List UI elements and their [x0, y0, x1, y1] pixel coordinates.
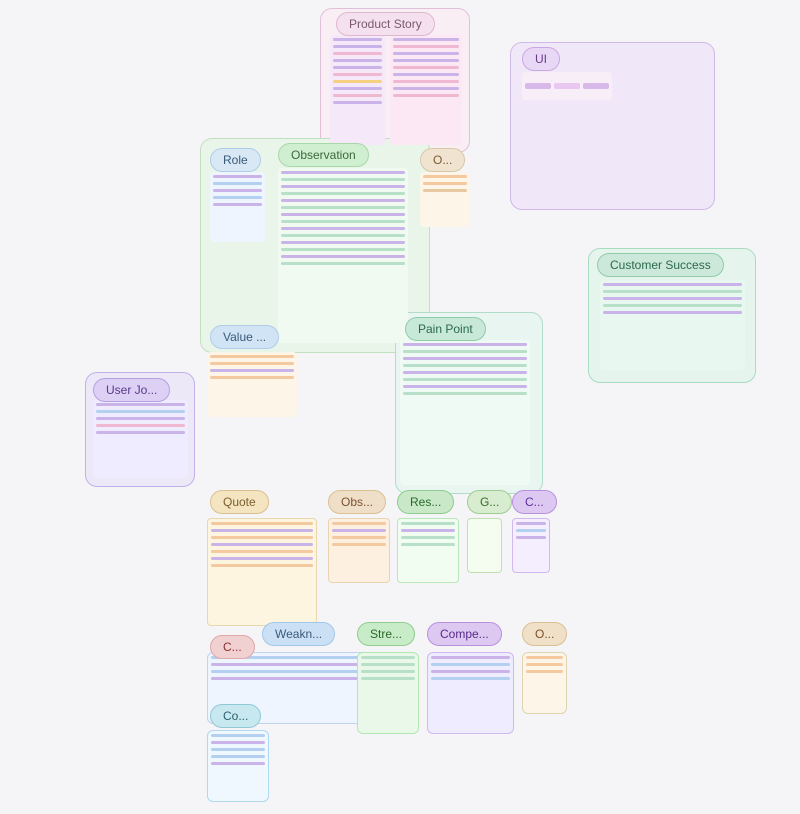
observation-label: Observation — [278, 143, 369, 167]
role-label: Role — [210, 148, 261, 172]
obs2-label: Obs... — [328, 490, 386, 514]
c-tag-label: C... — [512, 490, 557, 514]
product-story-label: Product Story — [336, 12, 435, 36]
canvas: Product Story UI Observation Role O... — [0, 0, 800, 814]
quote-label: Quote — [210, 490, 269, 514]
pain-point-label: Pain Point — [405, 317, 486, 341]
obs-short-label: O... — [420, 148, 465, 172]
stre-label: Stre... — [357, 622, 415, 646]
compe-label: Compe... — [427, 622, 502, 646]
user-journey-label: User Jo... — [93, 378, 170, 402]
value-label: Value ... — [210, 325, 279, 349]
g-label: G... — [467, 490, 512, 514]
ui-label: UI — [522, 47, 560, 71]
customer-success-label: Customer Success — [597, 253, 724, 277]
c2-tag-label: C... — [210, 635, 255, 659]
o2-tag-label: O... — [522, 622, 567, 646]
co-tag-label: Co... — [210, 704, 261, 728]
res-label: Res... — [397, 490, 454, 514]
weakn-label: Weakn... — [262, 622, 335, 646]
